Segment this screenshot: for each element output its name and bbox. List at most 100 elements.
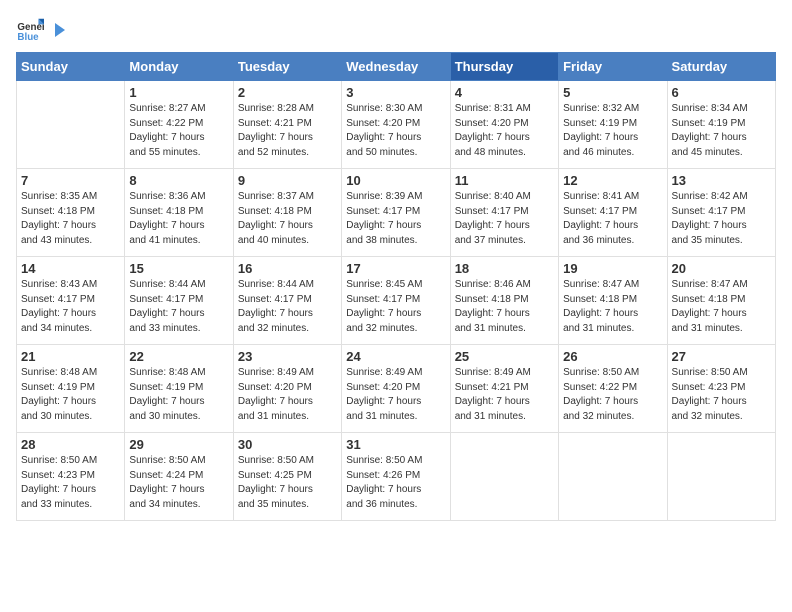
day-info: Sunrise: 8:30 AMSunset: 4:20 PMDaylight:… [346, 102, 445, 160]
day-number: 15 [129, 261, 228, 276]
calendar-header: SundayMondayTuesdayWednesdayThursdayFrid… [17, 53, 776, 81]
calendar-cell: 31 Sunrise: 8:50 AMSunset: 4:26 PMDayligh… [342, 433, 450, 521]
day-info: Sunrise: 8:44 AMSunset: 4:17 PMDaylight:… [238, 278, 337, 336]
calendar-cell: 4 Sunrise: 8:31 AMSunset: 4:20 PMDaylight… [450, 81, 558, 169]
day-info: Sunrise: 8:50 AMSunset: 4:23 PMDaylight:… [672, 366, 771, 424]
day-number: 11 [455, 173, 554, 188]
header-day-wednesday: Wednesday [342, 53, 450, 81]
day-info: Sunrise: 8:32 AMSunset: 4:19 PMDaylight:… [563, 102, 662, 160]
calendar-cell: 23Sunrise: 8:49 AMSunset: 4:20 PMDayligh… [233, 345, 341, 433]
calendar-cell: 30Sunrise: 8:50 AMSunset: 4:25 PMDayligh… [233, 433, 341, 521]
day-number: 2 [238, 85, 337, 100]
calendar-cell: 18 Sunrise: 8:46 AMSunset: 4:18 PMDayligh… [450, 257, 558, 345]
week-row-3: 21 Sunrise: 8:48 AMSunset: 4:19 PMDayligh… [17, 345, 776, 433]
day-number: 9 [238, 173, 337, 188]
day-number: 26 [563, 349, 662, 364]
day-number: 18 [455, 261, 554, 276]
day-number: 12 [563, 173, 662, 188]
calendar-cell: 11 Sunrise: 8:40 AMSunset: 4:17 PMDayligh… [450, 169, 558, 257]
day-info: Sunrise: 8:48 AMSunset: 4:19 PMDaylight:… [129, 366, 228, 424]
calendar-cell: 12 Sunrise: 8:41 AMSunset: 4:17 PMDayligh… [559, 169, 667, 257]
day-info: Sunrise: 8:48 AMSunset: 4:19 PMDaylight:… [21, 366, 120, 424]
day-number: 8 [129, 173, 228, 188]
calendar-cell: 7 Sunrise: 8:35 AMSunset: 4:18 PMDaylight… [17, 169, 125, 257]
header-day-thursday: Thursday [450, 53, 558, 81]
day-info: Sunrise: 8:46 AMSunset: 4:18 PMDaylight:… [455, 278, 554, 336]
day-number: 30 [238, 437, 337, 452]
day-number: 22 [129, 349, 228, 364]
day-info: Sunrise: 8:47 AMSunset: 4:18 PMDaylight:… [563, 278, 662, 336]
header-day-tuesday: Tuesday [233, 53, 341, 81]
day-number: 24 [346, 349, 445, 364]
week-row-1: 7 Sunrise: 8:35 AMSunset: 4:18 PMDaylight… [17, 169, 776, 257]
day-number: 29 [129, 437, 228, 452]
day-number: 16 [238, 261, 337, 276]
header-day-monday: Monday [125, 53, 233, 81]
calendar-cell: 16 Sunrise: 8:44 AMSunset: 4:17 PMDayligh… [233, 257, 341, 345]
day-number: 31 [346, 437, 445, 452]
calendar-cell: 6 Sunrise: 8:34 AMSunset: 4:19 PMDaylight… [667, 81, 775, 169]
calendar-cell: 15 Sunrise: 8:44 AMSunset: 4:17 PMDayligh… [125, 257, 233, 345]
header: General Blue [16, 16, 776, 44]
day-info: Sunrise: 8:35 AMSunset: 4:18 PMDaylight:… [21, 190, 120, 248]
calendar-cell [559, 433, 667, 521]
calendar-cell [17, 81, 125, 169]
day-number: 13 [672, 173, 771, 188]
day-info: Sunrise: 8:43 AMSunset: 4:17 PMDaylight:… [21, 278, 120, 336]
day-number: 25 [455, 349, 554, 364]
day-info: Sunrise: 8:36 AMSunset: 4:18 PMDaylight:… [129, 190, 228, 248]
day-number: 17 [346, 261, 445, 276]
day-number: 19 [563, 261, 662, 276]
day-number: 21 [21, 349, 120, 364]
day-number: 3 [346, 85, 445, 100]
calendar-cell: 20Sunrise: 8:47 AMSunset: 4:18 PMDayligh… [667, 257, 775, 345]
calendar-cell: 27 Sunrise: 8:50 AMSunset: 4:23 PMDayligh… [667, 345, 775, 433]
day-number: 4 [455, 85, 554, 100]
day-number: 23 [238, 349, 337, 364]
day-info: Sunrise: 8:31 AMSunset: 4:20 PMDaylight:… [455, 102, 554, 160]
day-info: Sunrise: 8:39 AMSunset: 4:17 PMDaylight:… [346, 190, 445, 248]
day-info: Sunrise: 8:50 AMSunset: 4:26 PMDaylight:… [346, 454, 445, 512]
day-number: 6 [672, 85, 771, 100]
day-info: Sunrise: 8:44 AMSunset: 4:17 PMDaylight:… [129, 278, 228, 336]
day-number: 10 [346, 173, 445, 188]
calendar-cell: 22 Sunrise: 8:48 AMSunset: 4:19 PMDayligh… [125, 345, 233, 433]
day-info: Sunrise: 8:37 AMSunset: 4:18 PMDaylight:… [238, 190, 337, 248]
header-day-sunday: Sunday [17, 53, 125, 81]
calendar-table: SundayMondayTuesdayWednesdayThursdayFrid… [16, 52, 776, 521]
logo: General Blue [16, 16, 68, 44]
calendar-cell: 9 Sunrise: 8:37 AMSunset: 4:18 PMDaylight… [233, 169, 341, 257]
day-info: Sunrise: 8:34 AMSunset: 4:19 PMDaylight:… [672, 102, 771, 160]
calendar-cell [667, 433, 775, 521]
day-info: Sunrise: 8:40 AMSunset: 4:17 PMDaylight:… [455, 190, 554, 248]
day-info: Sunrise: 8:50 AMSunset: 4:24 PMDaylight:… [129, 454, 228, 512]
day-info: Sunrise: 8:45 AMSunset: 4:17 PMDaylight:… [346, 278, 445, 336]
calendar-cell [450, 433, 558, 521]
day-number: 20 [672, 261, 771, 276]
day-info: Sunrise: 8:50 AMSunset: 4:23 PMDaylight:… [21, 454, 120, 512]
calendar-cell: 26 Sunrise: 8:50 AMSunset: 4:22 PMDayligh… [559, 345, 667, 433]
calendar-cell: 2Sunrise: 8:28 AMSunset: 4:21 PMDaylight… [233, 81, 341, 169]
day-info: Sunrise: 8:49 AMSunset: 4:20 PMDaylight:… [346, 366, 445, 424]
day-number: 14 [21, 261, 120, 276]
week-row-2: 14 Sunrise: 8:43 AMSunset: 4:17 PMDayligh… [17, 257, 776, 345]
calendar-cell: 8 Sunrise: 8:36 AMSunset: 4:18 PMDaylight… [125, 169, 233, 257]
day-number: 27 [672, 349, 771, 364]
day-info: Sunrise: 8:41 AMSunset: 4:17 PMDaylight:… [563, 190, 662, 248]
day-info: Sunrise: 8:49 AMSunset: 4:21 PMDaylight:… [455, 366, 554, 424]
logo-arrow-icon [49, 21, 67, 39]
day-info: Sunrise: 8:42 AMSunset: 4:17 PMDaylight:… [672, 190, 771, 248]
calendar-cell: 3 Sunrise: 8:30 AMSunset: 4:20 PMDaylight… [342, 81, 450, 169]
day-number: 28 [21, 437, 120, 452]
day-info: Sunrise: 8:27 AMSunset: 4:22 PMDaylight:… [129, 102, 228, 160]
calendar-cell: 24 Sunrise: 8:49 AMSunset: 4:20 PMDayligh… [342, 345, 450, 433]
day-number: 7 [21, 173, 120, 188]
header-day-saturday: Saturday [667, 53, 775, 81]
calendar-cell: 1 Sunrise: 8:27 AMSunset: 4:22 PMDaylight… [125, 81, 233, 169]
calendar-cell: 10 Sunrise: 8:39 AMSunset: 4:17 PMDayligh… [342, 169, 450, 257]
calendar-cell: 17 Sunrise: 8:45 AMSunset: 4:17 PMDayligh… [342, 257, 450, 345]
week-row-0: 1 Sunrise: 8:27 AMSunset: 4:22 PMDaylight… [17, 81, 776, 169]
svg-text:Blue: Blue [17, 32, 39, 43]
day-info: Sunrise: 8:50 AMSunset: 4:22 PMDaylight:… [563, 366, 662, 424]
day-number: 1 [129, 85, 228, 100]
